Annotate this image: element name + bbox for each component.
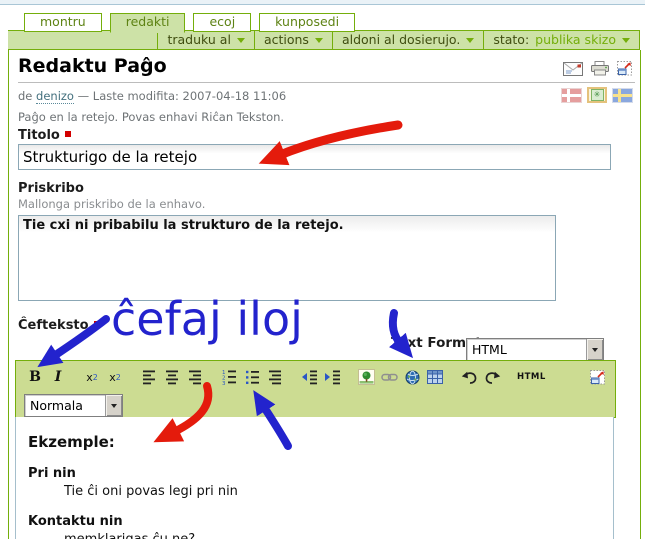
- menu-label: traduku al: [167, 31, 230, 49]
- description-help-text: Mallonga priskribo de la enhavo.: [18, 197, 205, 211]
- insert-link-icon[interactable]: [380, 367, 398, 387]
- asterisk-icon: ✳: [591, 89, 604, 101]
- tab-redakti[interactable]: redakti: [110, 13, 186, 33]
- editor-toolbar: B I x2 x2 123: [15, 360, 616, 418]
- superscript-button[interactable]: x2: [106, 367, 124, 387]
- title-input[interactable]: [18, 144, 611, 170]
- editor-definition-list: Pri nin Tie ĉi oni povas legi pri nin Ko…: [16, 466, 613, 539]
- text-format-select[interactable]: HTML: [466, 338, 604, 361]
- description-textarea[interactable]: Tie cxi ni pribabilu la strukturo de la …: [18, 215, 556, 301]
- editor-term: Kontaktu nin: [28, 514, 613, 529]
- html-source-button[interactable]: HTML: [517, 367, 546, 387]
- bold-button[interactable]: B: [26, 367, 44, 387]
- content-type-description: Paĝo en la retejo. Povas enhavi Riĉan Te…: [18, 110, 284, 124]
- anchor-globe-button[interactable]: [403, 367, 421, 387]
- tab-ecoj[interactable]: ecoj: [193, 13, 251, 32]
- definition-list-button[interactable]: [266, 367, 284, 387]
- document-actions: [563, 61, 633, 76]
- top-divider: [0, 0, 645, 5]
- maximize-icon[interactable]: [617, 61, 633, 76]
- byline-rest: — Laste modifita: 2007-04-18 11:06: [78, 89, 287, 103]
- toolbar-icons-row: B I x2 x2 123: [16, 361, 615, 391]
- required-marker: [65, 131, 71, 137]
- selected-style: Normala: [25, 398, 105, 413]
- title-divider: [18, 82, 635, 83]
- glyph: 2: [93, 373, 98, 382]
- action-bar: traduku al actions aldoni al dosierujo. …: [8, 30, 640, 50]
- indent-button[interactable]: [323, 367, 341, 387]
- subscript-button[interactable]: x2: [83, 367, 101, 387]
- tab-montru[interactable]: montru: [24, 13, 102, 32]
- svg-text:3: 3: [222, 381, 226, 385]
- paragraph-style-select[interactable]: Normala: [24, 394, 123, 417]
- editor-definition: memklarigas ĉu ne?: [64, 532, 613, 539]
- glyph: 2: [116, 373, 121, 382]
- flag-current-language-icon[interactable]: ✳: [587, 87, 607, 103]
- chevron-down-icon: [237, 38, 245, 43]
- editor-heading: Ekzemple:: [28, 433, 613, 451]
- menu-label: actions: [264, 31, 309, 49]
- required-marker: [94, 321, 100, 327]
- page: { "tabs": [ {"label": "montru"}, {"label…: [0, 0, 645, 539]
- bullet-list-button[interactable]: [243, 367, 261, 387]
- rich-text-editor-body[interactable]: Ekzemple: Pri nin Tie ĉi oni povas legi …: [15, 417, 614, 539]
- editor-maximize-icon[interactable]: [589, 367, 607, 387]
- content-frame: Redaktu Paĝo: [8, 50, 641, 539]
- menu-traduku-al[interactable]: traduku al: [157, 31, 253, 49]
- label-text: Titolo: [18, 128, 60, 143]
- send-page-icon[interactable]: [563, 62, 583, 76]
- insert-table-button[interactable]: [426, 367, 444, 387]
- editor-definition: Tie ĉi oni povas legi pri nin: [64, 484, 613, 499]
- page-title: Redaktu Paĝo: [18, 55, 167, 77]
- italic-button[interactable]: I: [49, 367, 67, 387]
- align-left-button[interactable]: [140, 367, 158, 387]
- chevron-down-icon: [466, 38, 474, 43]
- description-field-label: Priskribo: [18, 181, 84, 196]
- undo-icon[interactable]: [460, 367, 478, 387]
- title-field-label: Titolo: [18, 128, 71, 143]
- editor-term: Pri nin: [28, 466, 613, 481]
- content-tabs: montru redakti ecoj kunposedi: [24, 13, 355, 32]
- author-link[interactable]: denizo: [36, 89, 74, 104]
- print-icon[interactable]: [590, 61, 610, 76]
- insert-image-button[interactable]: [357, 367, 375, 387]
- body-field-label: Ĉefteksto: [18, 318, 100, 333]
- flag-danish-icon[interactable]: [561, 88, 582, 103]
- selected-format: HTML: [467, 342, 586, 357]
- chevron-down-icon: [586, 339, 603, 360]
- menu-label: aldoni al dosierujo.: [342, 31, 460, 49]
- menu-actions[interactable]: actions: [254, 31, 332, 49]
- chevron-down-icon: [105, 395, 122, 416]
- byline-prefix: de: [18, 89, 32, 103]
- status-prefix: stato:: [493, 31, 529, 49]
- label-text: Ĉefteksto: [18, 318, 89, 333]
- translation-flags: ✳: [561, 87, 633, 103]
- status-value: publika skizo: [535, 31, 616, 49]
- flag-swedish-icon[interactable]: [612, 88, 633, 103]
- numbered-list-button[interactable]: 123: [220, 367, 238, 387]
- redo-icon[interactable]: [483, 367, 501, 387]
- outdent-button[interactable]: [300, 367, 318, 387]
- menu-aldoni-al-dosierujo[interactable]: aldoni al dosierujo.: [332, 31, 483, 49]
- align-right-button[interactable]: [186, 367, 204, 387]
- byline: de denizo — Laste modifita: 2007-04-18 1…: [18, 89, 286, 103]
- menu-stato[interactable]: stato: publika skizo: [483, 31, 639, 49]
- chevron-down-icon: [622, 38, 630, 43]
- chevron-down-icon: [315, 38, 323, 43]
- tab-kunposedi[interactable]: kunposedi: [259, 13, 355, 32]
- align-center-button[interactable]: [163, 367, 181, 387]
